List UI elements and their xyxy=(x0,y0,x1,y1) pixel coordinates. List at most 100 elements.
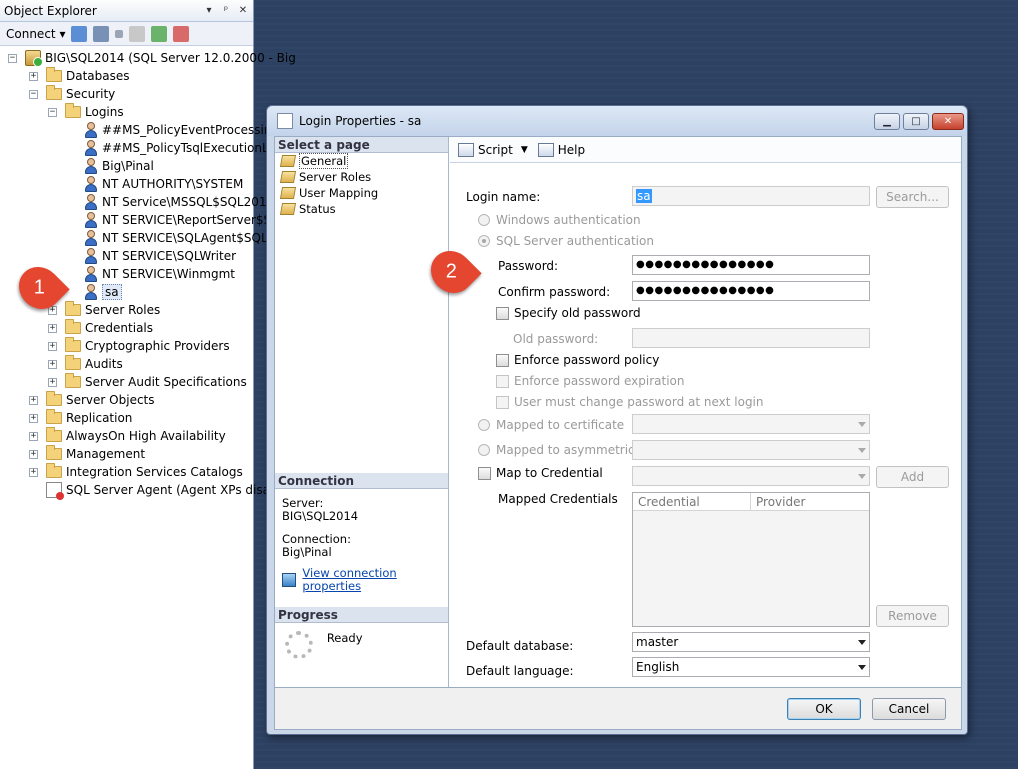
page-label: Server Roles xyxy=(299,170,372,184)
enforce-expiration-checkbox[interactable] xyxy=(496,375,509,388)
must-change-checkbox[interactable] xyxy=(496,396,509,409)
tree-node-login[interactable]: NT SERVICE\Winmgmt xyxy=(84,265,235,283)
tree-label: NT SERVICE\ReportServer$SC xyxy=(102,213,280,227)
tree-node-login[interactable]: ##MS_PolicyEventProcessing xyxy=(84,121,279,139)
grid-header-credential[interactable]: Credential xyxy=(633,493,751,510)
tree-node-login[interactable]: ##MS_PolicyTsqlExecutionLo xyxy=(84,139,276,157)
confirm-password-input[interactable]: ●●●●●●●●●●●●●●● xyxy=(632,281,870,301)
dropdown-arrow-icon xyxy=(858,640,866,645)
script-dropdown-icon[interactable]: ▼ xyxy=(521,145,528,155)
minimize-button[interactable]: ▁ xyxy=(874,112,900,130)
credential-combo[interactable] xyxy=(632,466,870,486)
tree-node-security[interactable]: − Security xyxy=(29,85,115,103)
password-input[interactable]: ●●●●●●●●●●●●●●● xyxy=(632,255,870,275)
expand-icon[interactable]: + xyxy=(48,341,57,351)
stop-icon[interactable] xyxy=(115,29,124,38)
mapped-asym-radio[interactable] xyxy=(478,444,490,456)
refresh-icon[interactable] xyxy=(151,25,168,42)
tree-label: Replication xyxy=(66,411,133,425)
tree-node-audit-specs[interactable]: + Server Audit Specifications xyxy=(48,373,247,391)
page-item-general[interactable]: General xyxy=(275,153,448,169)
disconnect-icon[interactable] xyxy=(93,25,110,42)
ok-button[interactable]: OK xyxy=(787,698,861,720)
tree-label: ##MS_PolicyTsqlExecutionLo xyxy=(102,141,276,155)
specify-old-password-label: Specify old password xyxy=(514,306,641,320)
cancel-button[interactable]: Cancel xyxy=(872,698,946,720)
sql-auth-radio[interactable] xyxy=(478,235,490,247)
help-icon xyxy=(537,142,554,157)
tree-node-server-objects[interactable]: + Server Objects xyxy=(29,391,155,409)
connection-header: Connection xyxy=(275,473,448,489)
map-credential-checkbox[interactable] xyxy=(478,467,491,480)
dropdown-arrow-icon[interactable]: ▾ xyxy=(202,5,216,16)
view-connection-properties-link[interactable]: View connection properties xyxy=(282,567,441,593)
tree-node-logins[interactable]: − Logins xyxy=(48,103,124,121)
login-user-icon xyxy=(84,194,98,210)
collapse-icon[interactable]: − xyxy=(48,107,57,117)
collapse-icon[interactable]: − xyxy=(29,89,38,99)
page-item-status[interactable]: Status xyxy=(275,201,448,217)
tree-node-server[interactable]: − BIG\SQL2014 (SQL Server 12.0.2000 - Bi… xyxy=(8,49,296,67)
folder-icon xyxy=(65,337,81,352)
mapped-credentials-grid[interactable]: Credential Provider xyxy=(632,492,870,627)
pin-icon[interactable]: ᵖ xyxy=(219,5,233,16)
enforce-policy-checkbox[interactable] xyxy=(496,354,509,367)
search-button[interactable]: Search... xyxy=(876,186,949,208)
default-database-combo[interactable]: master xyxy=(632,632,870,652)
tree-node-audits[interactable]: + Audits xyxy=(48,355,123,373)
tree-node-login-sa[interactable]: sa xyxy=(84,283,122,301)
collapse-icon[interactable]: − xyxy=(8,53,17,63)
tree-node-server-roles[interactable]: + Server Roles xyxy=(48,301,160,319)
expand-icon[interactable]: + xyxy=(29,413,38,423)
old-password-input[interactable] xyxy=(632,328,870,348)
progress-status: Ready xyxy=(326,631,363,645)
login-name-value: sa xyxy=(636,189,652,203)
filter-icon[interactable] xyxy=(129,25,146,42)
tree-node-integration[interactable]: + Integration Services Catalogs xyxy=(29,463,243,481)
expand-icon[interactable]: + xyxy=(29,431,38,441)
tree-node-crypto[interactable]: + Cryptographic Providers xyxy=(48,337,230,355)
tree-node-login[interactable]: NT Service\MSSQL$SQL2014 xyxy=(84,193,274,211)
expand-icon[interactable]: + xyxy=(29,71,38,81)
default-language-combo[interactable]: English xyxy=(632,657,870,677)
tree-node-login[interactable]: NT SERVICE\ReportServer$SC xyxy=(84,211,280,229)
tree-node-login[interactable]: Big\Pinal xyxy=(84,157,154,175)
tree-node-agent[interactable]: SQL Server Agent (Agent XPs disabl xyxy=(46,481,281,500)
grid-header-provider[interactable]: Provider xyxy=(751,493,869,510)
help-button[interactable]: Help xyxy=(558,143,585,157)
mapped-asym-combo[interactable] xyxy=(632,440,870,460)
close-icon[interactable]: ✕ xyxy=(236,5,250,16)
expand-icon[interactable]: + xyxy=(48,323,57,333)
connect-button[interactable]: Connect ▾ xyxy=(6,27,65,41)
tree-node-databases[interactable]: + Databases xyxy=(29,67,130,85)
expand-icon[interactable]: + xyxy=(29,395,38,405)
mapped-cert-radio[interactable] xyxy=(478,419,490,431)
tree-node-login[interactable]: NT SERVICE\SQLWriter xyxy=(84,247,236,265)
script-button[interactable]: Script xyxy=(478,143,513,157)
tree-node-login[interactable]: NT SERVICE\SQLAgent$SQL2 xyxy=(84,229,275,247)
close-button[interactable]: ✕ xyxy=(932,112,964,130)
expand-icon[interactable]: + xyxy=(48,359,57,369)
expand-icon[interactable]: + xyxy=(48,377,57,387)
page-item-user-mapping[interactable]: User Mapping xyxy=(275,185,448,201)
login-name-input[interactable]: sa xyxy=(632,186,870,206)
remove-button[interactable]: Remove xyxy=(876,605,949,627)
mapped-cert-combo[interactable] xyxy=(632,414,870,434)
tree-node-replication[interactable]: + Replication xyxy=(29,409,132,427)
maximize-button[interactable]: □ xyxy=(903,112,929,130)
dialog-app-icon xyxy=(277,113,293,129)
expand-icon[interactable]: + xyxy=(29,449,38,459)
tree-node-credentials[interactable]: + Credentials xyxy=(48,319,153,337)
activity-monitor-icon[interactable] xyxy=(173,25,190,42)
connect-db-icon[interactable] xyxy=(71,25,88,42)
folder-icon xyxy=(65,373,81,388)
tree-node-alwayson[interactable]: + AlwaysOn High Availability xyxy=(29,427,226,445)
page-item-server-roles[interactable]: Server Roles xyxy=(275,169,448,185)
add-button[interactable]: Add xyxy=(876,466,949,488)
tree-node-management[interactable]: + Management xyxy=(29,445,145,463)
windows-auth-radio[interactable] xyxy=(478,214,490,226)
expand-icon[interactable]: + xyxy=(29,467,38,477)
dropdown-arrow-icon xyxy=(858,448,866,453)
specify-old-password-checkbox[interactable] xyxy=(496,307,509,320)
tree-node-login[interactable]: NT AUTHORITY\SYSTEM xyxy=(84,175,243,193)
